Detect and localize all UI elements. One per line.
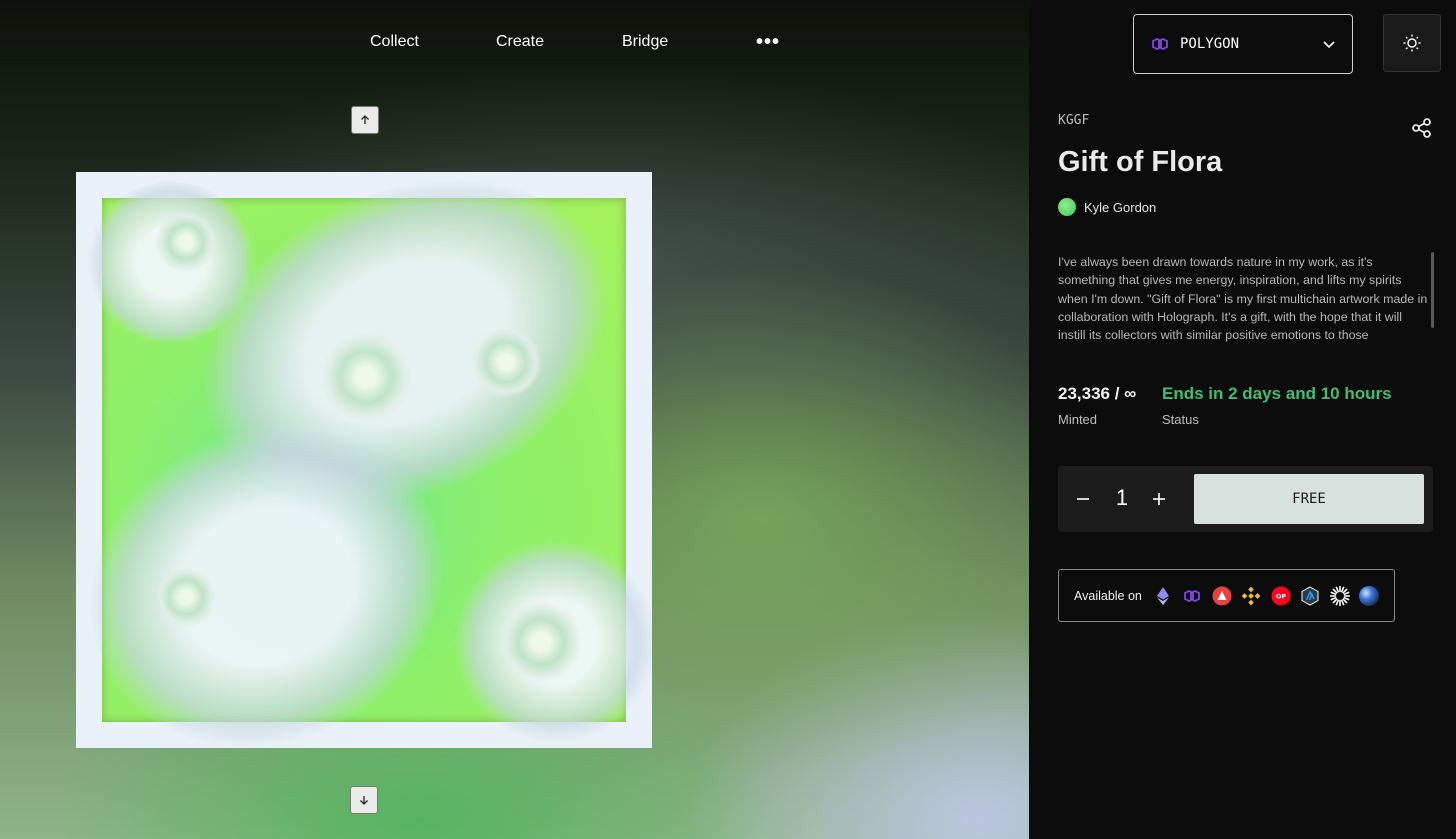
previous-button[interactable]	[351, 106, 379, 134]
svg-text:OP: OP	[1276, 592, 1287, 600]
polygon-icon[interactable]	[1181, 585, 1203, 607]
chevron-down-icon	[1323, 41, 1335, 49]
zora-icon[interactable]	[1329, 585, 1351, 607]
share-button[interactable]	[1411, 117, 1433, 144]
arrow-up-icon	[361, 115, 369, 124]
creator-link[interactable]: Kyle Gordon	[1058, 198, 1156, 216]
minus-icon	[1077, 498, 1089, 500]
succulent-flower	[501, 602, 581, 682]
mint-button[interactable]: FREE	[1194, 474, 1424, 524]
artwork-title: Gift of Flora	[1058, 146, 1223, 178]
succulent-flower	[156, 567, 216, 627]
optimism-icon[interactable]: OP	[1270, 585, 1292, 607]
succulent-flower	[321, 332, 411, 422]
succulent-flower	[471, 327, 541, 397]
creator-name: Kyle Gordon	[1084, 199, 1157, 215]
avalanche-icon[interactable]	[1211, 585, 1233, 607]
base-icon[interactable]	[1358, 585, 1380, 607]
artwork-image	[76, 172, 652, 748]
artwork-description: I've always been drawn towards nature in…	[1058, 255, 1428, 343]
arbitrum-icon[interactable]	[1299, 585, 1321, 607]
ethereum-icon[interactable]	[1152, 585, 1174, 607]
more-menu-button[interactable]: •••	[756, 32, 780, 52]
chain-selector[interactable]: POLYGON	[1133, 14, 1353, 74]
collection-symbol: KGGF	[1058, 113, 1090, 128]
nav-collect[interactable]: Collect	[370, 33, 419, 51]
next-button[interactable]	[350, 786, 378, 814]
available-chains: Available on OP	[1058, 569, 1395, 622]
arrow-down-icon	[360, 796, 368, 805]
available-on-label: Available on	[1074, 588, 1142, 603]
status-label: Status	[1162, 412, 1199, 427]
minted-count: 23,336 / ∞	[1058, 384, 1137, 403]
increment-button[interactable]	[1144, 484, 1174, 514]
creator-avatar	[1058, 198, 1076, 216]
nav-bridge[interactable]: Bridge	[622, 33, 668, 51]
description-scrollbar[interactable]	[1431, 252, 1434, 328]
bnb-chain-icon[interactable]	[1240, 585, 1262, 607]
succulent-flower	[156, 212, 216, 272]
artwork-viewer: Collect Create Bridge •••	[0, 0, 1029, 839]
decrement-button[interactable]	[1068, 484, 1098, 514]
share-icon	[1412, 118, 1431, 138]
polygon-icon	[1152, 37, 1168, 51]
theme-toggle-button[interactable]	[1383, 14, 1441, 72]
nav-create[interactable]: Create	[496, 33, 544, 51]
plus-icon	[1153, 493, 1165, 505]
details-panel: POLYGON KGGF Gift of Flora Kyle Gordon I…	[1029, 0, 1456, 839]
quantity-value[interactable]: 1	[1112, 485, 1132, 511]
chain-selector-value: POLYGON	[1180, 36, 1240, 52]
minted-label: Minted	[1058, 412, 1098, 427]
status-value: Ends in 2 days and 10 hours	[1162, 384, 1392, 403]
sun-icon	[1403, 34, 1421, 52]
mint-panel: 1 FREE	[1058, 466, 1433, 532]
top-nav: Collect Create Bridge •••	[0, 32, 1029, 55]
